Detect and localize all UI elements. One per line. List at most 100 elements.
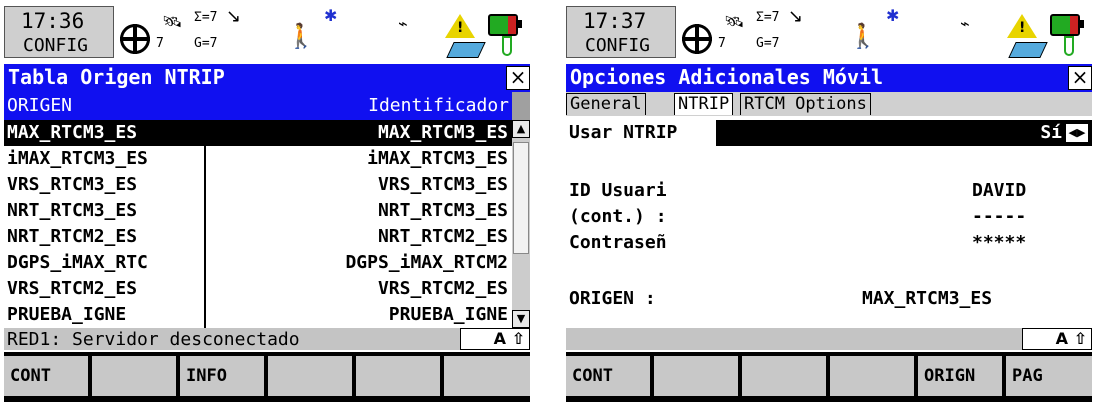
cont-value[interactable]: -----	[972, 206, 1026, 227]
table-row[interactable]: MAX_RTCM3_ES MAX_RTCM3_ES	[4, 120, 512, 146]
softkey-f2[interactable]	[654, 356, 738, 396]
header-scroll-cap	[512, 92, 530, 120]
row-identificador: MAX_RTCM3_ES	[377, 122, 508, 143]
origen-value[interactable]: MAX_RTCM3_ES	[862, 288, 992, 309]
tab-rtcm-options[interactable]: RTCM Options	[740, 93, 871, 115]
rover-options-screen: 17:37 CONFIG 🛰 Σ=7 ↘ 7 G=7 🚶 ✱ ⌁ ! Opcio…	[566, 6, 1092, 402]
contrasena-label: Contraseñ	[569, 232, 667, 253]
row-origen: VRS_RTCM3_ES	[7, 174, 138, 195]
warning-mark: !	[457, 20, 464, 36]
row-identificador: iMAX_RTCM3_ES	[367, 148, 508, 169]
antenna-icon: ⌁	[398, 14, 408, 33]
row-origen: VRS_RTCM2_ES	[7, 278, 138, 299]
softkey-f5[interactable]	[356, 356, 440, 396]
column-header-identificador[interactable]: Identificador	[368, 95, 509, 116]
table-row[interactable]: DGPS_iMAX_RTC DGPS_iMAX_RTCM2	[4, 250, 512, 276]
softkey-f4[interactable]	[830, 356, 914, 396]
row-identificador: VRS_RTCM2_ES	[377, 278, 508, 299]
mode-label: CONFIG	[23, 35, 89, 56]
message-bar: A ⇧	[566, 328, 1092, 350]
scroll-down-icon[interactable]: ▼	[512, 310, 530, 328]
radio-link-icon: ↘	[788, 6, 804, 27]
sat-visible: 7	[718, 36, 726, 51]
usar-ntrip-value: Sí	[1040, 122, 1062, 143]
softkey-cont[interactable]: CONT	[4, 356, 88, 396]
bluetooth-icon: ✱	[886, 6, 900, 25]
softkey-f4[interactable]	[268, 356, 352, 396]
row-identificador: PRUEBA_IGNE	[388, 304, 508, 325]
softkey-pag[interactable]: PAG	[1006, 356, 1092, 396]
status-bar: 17:37 CONFIG 🛰 Σ=7 ↘ 7 G=7 🚶 ✱ ⌁ !	[566, 6, 1092, 64]
clock-panel: 17:36 CONFIG	[4, 6, 114, 58]
scroll-thumb[interactable]	[513, 142, 529, 254]
clock-time: 17:36	[21, 9, 85, 33]
crosshair-icon	[120, 24, 150, 54]
antenna-icon: ⌁	[960, 14, 970, 33]
table-header: ORIGEN Identificador	[4, 92, 512, 120]
row-origen: NRT_RTCM2_ES	[7, 226, 138, 247]
row-identificador: VRS_RTCM3_ES	[377, 174, 508, 195]
table-row[interactable]: NRT_RTCM2_ES NRT_RTCM2_ES	[4, 224, 512, 250]
softkey-f6[interactable]	[444, 356, 530, 396]
battery-icon	[488, 14, 522, 36]
bluetooth-icon: ✱	[324, 6, 338, 25]
softkey-info[interactable]: INFO	[180, 356, 264, 396]
row-origen: DGPS_iMAX_RTC	[7, 252, 148, 273]
row-origen: NRT_RTCM3_ES	[7, 200, 138, 221]
row-identificador: DGPS_iMAX_RTCM2	[345, 252, 508, 273]
row-origen: PRUEBA_IGNE	[7, 304, 127, 325]
row-identificador: NRT_RTCM2_ES	[377, 226, 508, 247]
id-usuario-value[interactable]: DAVID	[972, 180, 1026, 201]
row-origen: iMAX_RTCM3_ES	[7, 148, 148, 169]
sat-sum: Σ=7	[194, 10, 218, 25]
close-button[interactable]: ×	[506, 66, 530, 90]
status-message: RED1: Servidor desconectado	[7, 329, 300, 350]
sat-g: G=7	[756, 36, 780, 51]
walking-person-icon: 🚶	[286, 22, 316, 50]
table-row[interactable]: iMAX_RTCM3_ES iMAX_RTCM3_ES	[4, 146, 512, 172]
power-plug-icon	[1064, 36, 1074, 56]
tab-general[interactable]: General	[566, 93, 646, 115]
sat-visible: 7	[156, 36, 164, 51]
scrollbar[interactable]: ▲ ▼	[512, 120, 530, 328]
softkey-f3[interactable]	[742, 356, 826, 396]
power-plug-icon	[502, 36, 512, 56]
table-row[interactable]: NRT_RTCM3_ES NRT_RTCM3_ES	[4, 198, 512, 224]
sat-g: G=7	[194, 36, 218, 51]
page-title: Tabla Origen NTRIP	[8, 65, 225, 89]
close-button[interactable]: ×	[1068, 66, 1092, 90]
memory-card-icon	[1008, 42, 1048, 58]
mode-label: CONFIG	[585, 35, 651, 56]
clock-time: 17:37	[583, 9, 647, 33]
warning-mark: !	[1019, 20, 1026, 36]
table-row[interactable]: VRS_RTCM2_ES VRS_RTCM2_ES	[4, 276, 512, 302]
tab-bar: General NTRIP RTCM Options	[566, 92, 1092, 116]
tab-ntrip[interactable]: NTRIP	[674, 93, 734, 115]
sat-sum: Σ=7	[756, 10, 780, 25]
satellite-icon: 🛰	[162, 12, 183, 31]
table-row[interactable]: PRUEBA_IGNE PRUEBA_IGNE	[4, 302, 512, 328]
softkey-f2[interactable]	[92, 356, 176, 396]
page-title: Opciones Adicionales Móvil	[570, 65, 884, 89]
column-divider	[204, 146, 206, 328]
table-row[interactable]: VRS_RTCM3_ES VRS_RTCM3_ES	[4, 172, 512, 198]
column-header-origen[interactable]: ORIGEN	[7, 95, 72, 116]
scroll-up-icon[interactable]: ▲	[512, 120, 530, 138]
softkey-bar: CONT INFO	[4, 352, 530, 402]
row-origen: MAX_RTCM3_ES	[7, 122, 138, 143]
contrasena-value[interactable]: *****	[972, 232, 1026, 253]
origen-label: ORIGEN :	[569, 288, 656, 309]
keyboard-mode-indicator: A ⇧	[460, 328, 530, 350]
cont-label: (cont.) :	[569, 206, 667, 227]
usar-ntrip-select[interactable]: Sí ◀▶	[716, 120, 1092, 146]
radio-link-icon: ↘	[226, 6, 242, 27]
satellite-icon: 🛰	[724, 12, 745, 31]
usar-ntrip-label: Usar NTRIP	[569, 122, 678, 143]
title-bar: Tabla Origen NTRIP ×	[4, 64, 530, 92]
walking-person-icon: 🚶	[848, 22, 878, 50]
left-right-arrows-icon[interactable]: ◀▶	[1066, 124, 1088, 142]
id-usuario-label: ID Usuari	[569, 180, 667, 201]
softkey-orign[interactable]: ORIGN	[918, 356, 1002, 396]
softkey-cont[interactable]: CONT	[566, 356, 650, 396]
keyboard-mode-indicator: A ⇧	[1022, 328, 1092, 350]
